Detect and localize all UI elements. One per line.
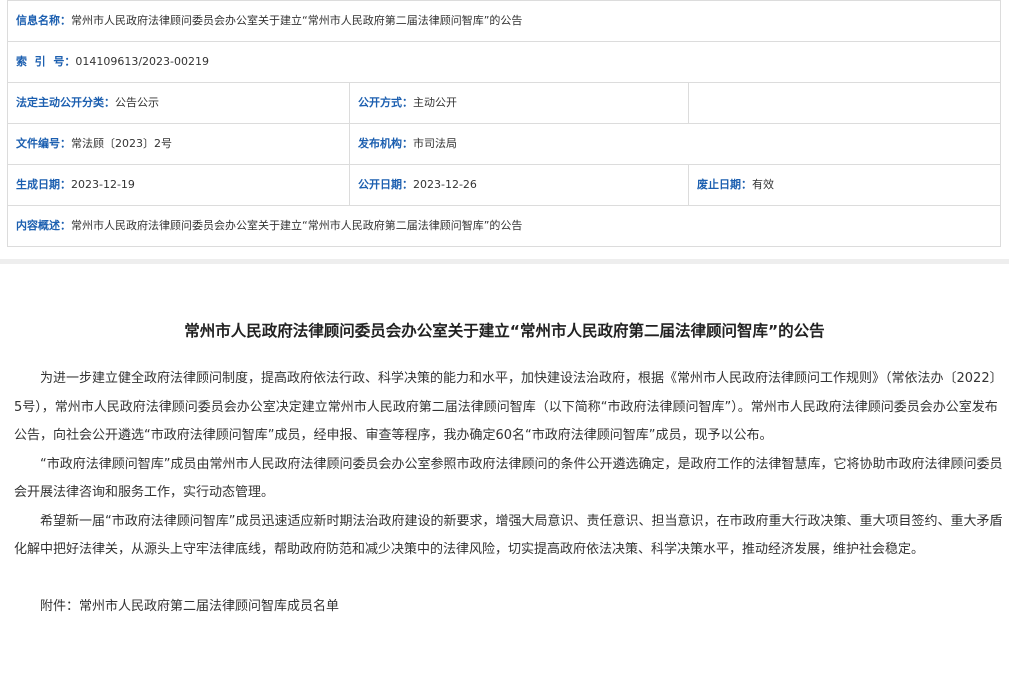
summary-cell: 内容概述：常州市人民政府法律顾问委员会办公室关于建立“常州市人民政府第二届法律顾… [6,205,1002,247]
document-metadata-table: 信息名称：常州市人民政府法律顾问委员会办公室关于建立“常州市人民政府第二届法律顾… [6,0,1002,247]
disclosure-mode-label: 公开方式： [358,96,413,109]
article-paragraph-3: 希望新一届“市政府法律顾问智库”成员迅速适应新时期法治政府建设的新要求，增强大局… [14,513,1003,558]
public-date-value: 2023-12-26 [413,178,477,191]
disclosure-mode-value: 主动公开 [413,96,457,109]
attachment-line[interactable]: 附件：常州市人民政府第二届法律顾问智库成员名单 [40,596,1009,618]
meta-row-summary: 内容概述：常州市人民政府法律顾问委员会办公室关于建立“常州市人民政府第二届法律顾… [6,205,1002,247]
index-no-label: 索 引 号： [16,55,76,68]
expiry-cell: 废止日期：有效 [687,164,1002,206]
article-title: 常州市人民政府法律顾问委员会办公室关于建立“常州市人民政府第二届法律顾问智库”的… [184,322,825,340]
article-paragraph-1: 为进一步建立健全政府法律顾问制度，提高政府依法行政、科学决策的能力和水平，加快建… [14,371,1003,443]
meta-row-index-no: 索 引 号：014109613/2023-00219 [6,41,1002,83]
meta-row-doc-number: 文件编号：常法顾〔2023〕2号 发布机构：市司法局 [7,123,1002,165]
meta-row-info-name: 信息名称：常州市人民政府法律顾问委员会办公室关于建立“常州市人民政府第二届法律顾… [6,0,1002,42]
summary-label: 内容概述： [16,219,71,232]
expiry-label: 废止日期： [697,178,752,191]
article-body: 常州市人民政府法律顾问委员会办公室关于建立“常州市人民政府第二届法律顾问智库”的… [0,264,1009,618]
issuer-value: 市司法局 [413,137,457,150]
info-name-label: 信息名称： [16,14,71,27]
public-date-cell: 公开日期：2023-12-26 [349,164,689,206]
index-no-cell: 索 引 号：014109613/2023-00219 [6,41,1002,83]
issuer-label: 发布机构： [358,137,413,150]
article-paragraph-2: “市政府法律顾问智库”成员由常州市人民政府法律顾问委员会办公室参照市政府法律顾问… [14,456,1003,501]
info-name-value: 常州市人民政府法律顾问委员会办公室关于建立“常州市人民政府第二届法律顾问智库”的… [71,14,523,27]
created-date-value: 2023-12-19 [71,178,135,191]
category-cell: 法定主动公开分类：公告公示 [7,82,350,124]
category-value: 公告公示 [115,96,159,109]
doc-number-value: 常法顾〔2023〕2号 [71,137,172,150]
meta-row-dates: 生成日期：2023-12-19 公开日期：2023-12-26 废止日期：有效 [7,164,1002,206]
disclosure-mode-cell: 公开方式：主动公开 [349,82,689,124]
doc-number-cell: 文件编号：常法顾〔2023〕2号 [7,123,350,165]
category-label: 法定主动公开分类： [16,96,115,109]
info-name-cell: 信息名称：常州市人民政府法律顾问委员会办公室关于建立“常州市人民政府第二届法律顾… [6,0,1002,42]
doc-number-label: 文件编号： [16,137,71,150]
created-date-label: 生成日期： [16,178,71,191]
public-date-label: 公开日期： [358,178,413,191]
created-date-cell: 生成日期：2023-12-19 [7,164,350,206]
summary-value: 常州市人民政府法律顾问委员会办公室关于建立“常州市人民政府第二届法律顾问智库”的… [71,219,523,232]
issuer-cell: 发布机构：市司法局 [348,123,1002,165]
meta-row-category: 法定主动公开分类：公告公示 公开方式：主动公开 [7,82,1002,124]
expiry-value: 有效 [752,178,774,191]
index-no-value: 014109613/2023-00219 [75,55,209,68]
empty-cell [687,82,1002,124]
